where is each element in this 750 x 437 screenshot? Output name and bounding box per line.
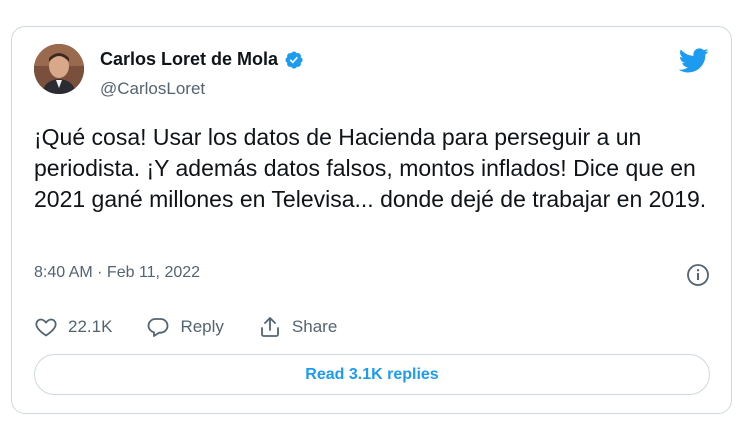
info-icon[interactable] <box>686 263 710 287</box>
reply-label: Reply <box>180 317 224 336</box>
share-button[interactable]: Share <box>258 315 337 339</box>
twitter-bird-icon[interactable] <box>679 45 709 75</box>
tweet-timestamp[interactable]: 8:40 AM · Feb 11, 2022 <box>34 264 200 282</box>
author-handle[interactable]: @CarlosLoret <box>100 79 205 99</box>
share-label: Share <box>291 317 338 336</box>
like-count: 22.1K <box>68 317 113 336</box>
avatar[interactable] <box>34 44 84 94</box>
reply-icon <box>148 318 169 337</box>
author-name-row[interactable]: Carlos Loret de Mola <box>100 49 304 70</box>
verified-badge-icon <box>285 50 303 69</box>
tweet-card: Carlos Loret de Mola @CarlosLoret ¡Qué c… <box>11 26 732 414</box>
tweet-text: ¡Qué cosa! Usar los datos de Hacienda pa… <box>34 124 707 212</box>
avatar-image <box>34 44 84 94</box>
like-button[interactable]: 22.1K <box>34 315 112 339</box>
tweet-actions: 22.1K Reply Share <box>34 315 371 339</box>
share-icon <box>261 317 279 337</box>
reply-button[interactable]: Reply <box>146 315 224 339</box>
author-display-name[interactable]: Carlos Loret de Mola <box>100 49 278 70</box>
read-replies-button[interactable]: Read 3.1K replies <box>34 354 710 395</box>
heart-icon <box>35 318 57 337</box>
